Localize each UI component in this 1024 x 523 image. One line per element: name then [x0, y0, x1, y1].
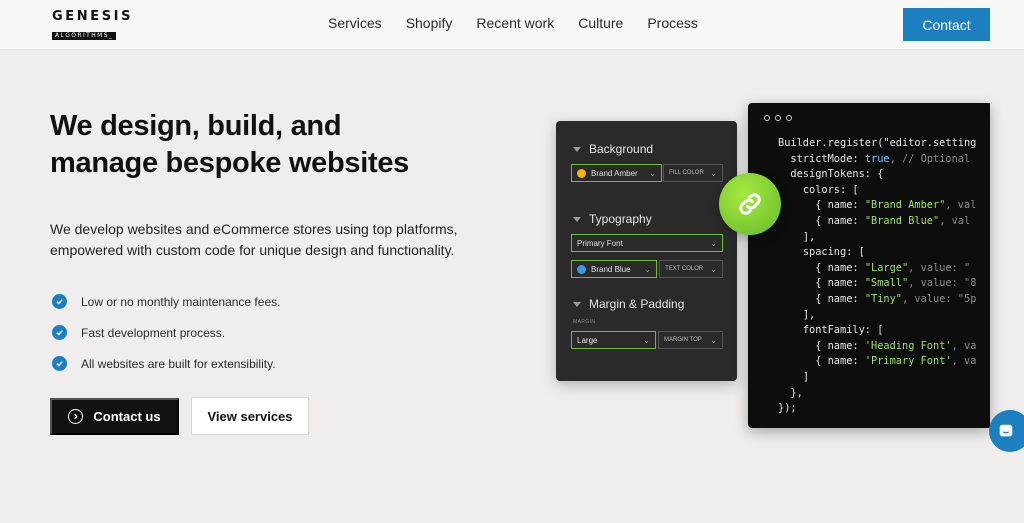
spacing-property[interactable]: MARGIN TOP ⌄	[658, 331, 723, 349]
background-heading-text: Background	[589, 142, 654, 156]
nav-recent-work[interactable]: Recent work	[476, 15, 554, 31]
check-icon	[52, 325, 67, 340]
chevron-down-icon: ⌄	[710, 264, 717, 274]
view-services-button[interactable]: View services	[191, 397, 309, 435]
chevron-down-icon: ⌄	[710, 168, 717, 178]
feature-text: All websites are built for extensibility…	[81, 356, 276, 371]
hero-desc-line-1: We develop websites and eCommerce stores…	[50, 221, 458, 237]
spacing-size-value: Large	[577, 335, 598, 345]
chevron-down-icon: ⌄	[649, 168, 656, 178]
hero-title-line-2: manage bespoke websites	[50, 147, 409, 179]
feature-text: Low or no monthly maintenance fees.	[81, 294, 281, 309]
nav-process[interactable]: Process	[647, 15, 698, 31]
site-header: GENESIS ALGORITHMS_ Services Shopify Rec…	[0, 0, 1024, 50]
fill-color-property-text: FILL COLOR	[669, 170, 704, 176]
chevron-down-icon: ⌄	[710, 238, 717, 248]
text-color-select[interactable]: Brand Blue ⌄	[571, 260, 657, 278]
feature-list: Low or no monthly maintenance fees. Fast…	[52, 286, 280, 379]
spacing-heading-text: Margin & Padding	[589, 297, 685, 311]
check-icon	[52, 356, 67, 371]
contact-us-label: Contact us	[93, 409, 161, 424]
font-value: Primary Font	[577, 238, 623, 248]
logo[interactable]: GENESIS ALGORITHMS_	[52, 10, 146, 42]
feature-text: Fast development process.	[81, 325, 226, 340]
triangle-down-icon	[573, 216, 581, 222]
window-dots	[764, 115, 792, 121]
text-color-value: Brand Blue	[591, 264, 631, 274]
typography-section-heading: Typography	[573, 212, 652, 226]
margin-label: MARGIN	[573, 319, 596, 325]
code-block: Builder.register("editor.setting strictM…	[778, 137, 977, 415]
feature-item: Low or no monthly maintenance fees.	[52, 286, 280, 317]
spacing-size-select[interactable]: Large ⌄	[571, 331, 656, 349]
hero-desc-line-2: empowered with custom code for unique de…	[50, 242, 455, 258]
font-select[interactable]: Primary Font ⌄	[571, 234, 723, 252]
contact-us-button[interactable]: Contact us	[50, 398, 179, 435]
nav-services[interactable]: Services	[328, 15, 382, 31]
code-editor-panel: Builder.register("editor.setting strictM…	[748, 103, 990, 428]
chevron-down-icon: ⌄	[710, 335, 717, 345]
logo-wordmark: GENESIS	[52, 9, 134, 24]
main-nav: Services Shopify Recent work Culture Pro…	[328, 15, 698, 31]
hero-description: We develop websites and eCommerce stores…	[50, 219, 500, 261]
feature-item: Fast development process.	[52, 317, 280, 348]
chat-icon	[999, 424, 1013, 437]
chat-launcher-button[interactable]	[989, 410, 1024, 452]
hero-title: We design, build, and manage bespoke web…	[50, 108, 490, 182]
amber-swatch	[577, 168, 586, 178]
text-color-property[interactable]: TEXT COLOR ⌄	[659, 260, 723, 278]
logo-subtitle: ALGORITHMS_	[52, 32, 117, 40]
feature-item: All websites are built for extensibility…	[52, 348, 280, 379]
spacing-section-heading: Margin & Padding	[573, 297, 684, 311]
triangle-down-icon	[573, 301, 581, 307]
nav-shopify[interactable]: Shopify	[406, 15, 453, 31]
text-color-property-text: TEXT COLOR	[665, 266, 704, 272]
triangle-down-icon	[573, 146, 581, 152]
header-contact-button[interactable]: Contact	[903, 8, 990, 41]
link-icon	[719, 173, 781, 235]
fill-color-property[interactable]: FILL COLOR ⌄	[663, 164, 723, 182]
chevron-right-circle-icon	[68, 409, 84, 424]
editor-settings-panel: Background Brand Amber ⌄ FILL COLOR ⌄ Ty…	[556, 121, 737, 381]
chevron-down-icon: ⌄	[643, 335, 650, 345]
typography-heading-text: Typography	[589, 212, 652, 226]
nav-culture[interactable]: Culture	[578, 15, 623, 31]
spacing-property-text: MARGIN TOP	[664, 337, 702, 343]
blue-swatch	[577, 264, 586, 274]
check-icon	[52, 294, 67, 309]
chevron-down-icon: ⌄	[644, 264, 651, 274]
background-section-heading: Background	[573, 142, 653, 156]
fill-color-value: Brand Amber	[591, 168, 638, 178]
fill-color-select[interactable]: Brand Amber ⌄	[571, 164, 662, 182]
hero-title-line-1: We design, build, and	[50, 110, 342, 142]
